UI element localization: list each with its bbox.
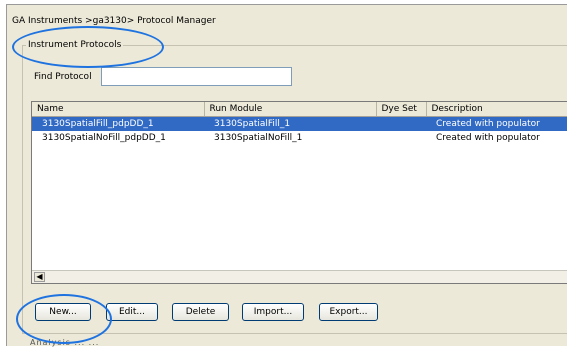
- column-header-name[interactable]: Name: [32, 102, 205, 117]
- export-button[interactable]: Export...: [319, 303, 378, 321]
- cell-description: Created with populator: [426, 116, 567, 131]
- group-title: Instrument Protocols: [26, 40, 124, 50]
- cell-dye-set: [376, 116, 426, 131]
- protocol-table: Name Run Module Dye Set Description 3130…: [31, 101, 567, 284]
- import-button[interactable]: Import...: [242, 303, 304, 321]
- breadcrumb: GA Instruments >ga3130> Protocol Manager: [12, 16, 216, 26]
- cell-run-module: 3130SpatialFill_1: [204, 116, 376, 131]
- table-row[interactable]: 3130SpatialFill_pdpDD_1 3130SpatialFill_…: [32, 116, 567, 131]
- table-header-row: Name Run Module Dye Set Description: [32, 102, 567, 117]
- footer-text: Analysis ... ...: [30, 338, 100, 347]
- column-header-run-module[interactable]: Run Module: [204, 102, 377, 117]
- cell-dye-set: [376, 131, 426, 145]
- cell-name: 3130SpatialFill_pdpDD_1: [32, 116, 204, 131]
- edit-button[interactable]: Edit...: [106, 303, 158, 321]
- column-header-description[interactable]: Description: [426, 102, 567, 117]
- find-protocol-input[interactable]: [101, 67, 292, 86]
- cell-name: 3130SpatialNoFill_pdpDD_1: [42, 133, 166, 143]
- cell-run-module: 3130SpatialNoFill_1: [214, 133, 303, 143]
- new-button[interactable]: New...: [35, 303, 91, 321]
- table-row[interactable]: 3130SpatialNoFill_pdpDD_1 3130SpatialNoF…: [32, 131, 567, 145]
- column-header-dye-set[interactable]: Dye Set: [376, 102, 427, 117]
- delete-button[interactable]: Delete: [172, 303, 229, 321]
- cell-description: Created with populator: [436, 133, 540, 143]
- find-protocol-label: Find Protocol: [34, 72, 92, 82]
- scroll-left-icon[interactable]: ◀: [34, 272, 45, 282]
- horizontal-scrollbar[interactable]: ◀: [32, 270, 567, 283]
